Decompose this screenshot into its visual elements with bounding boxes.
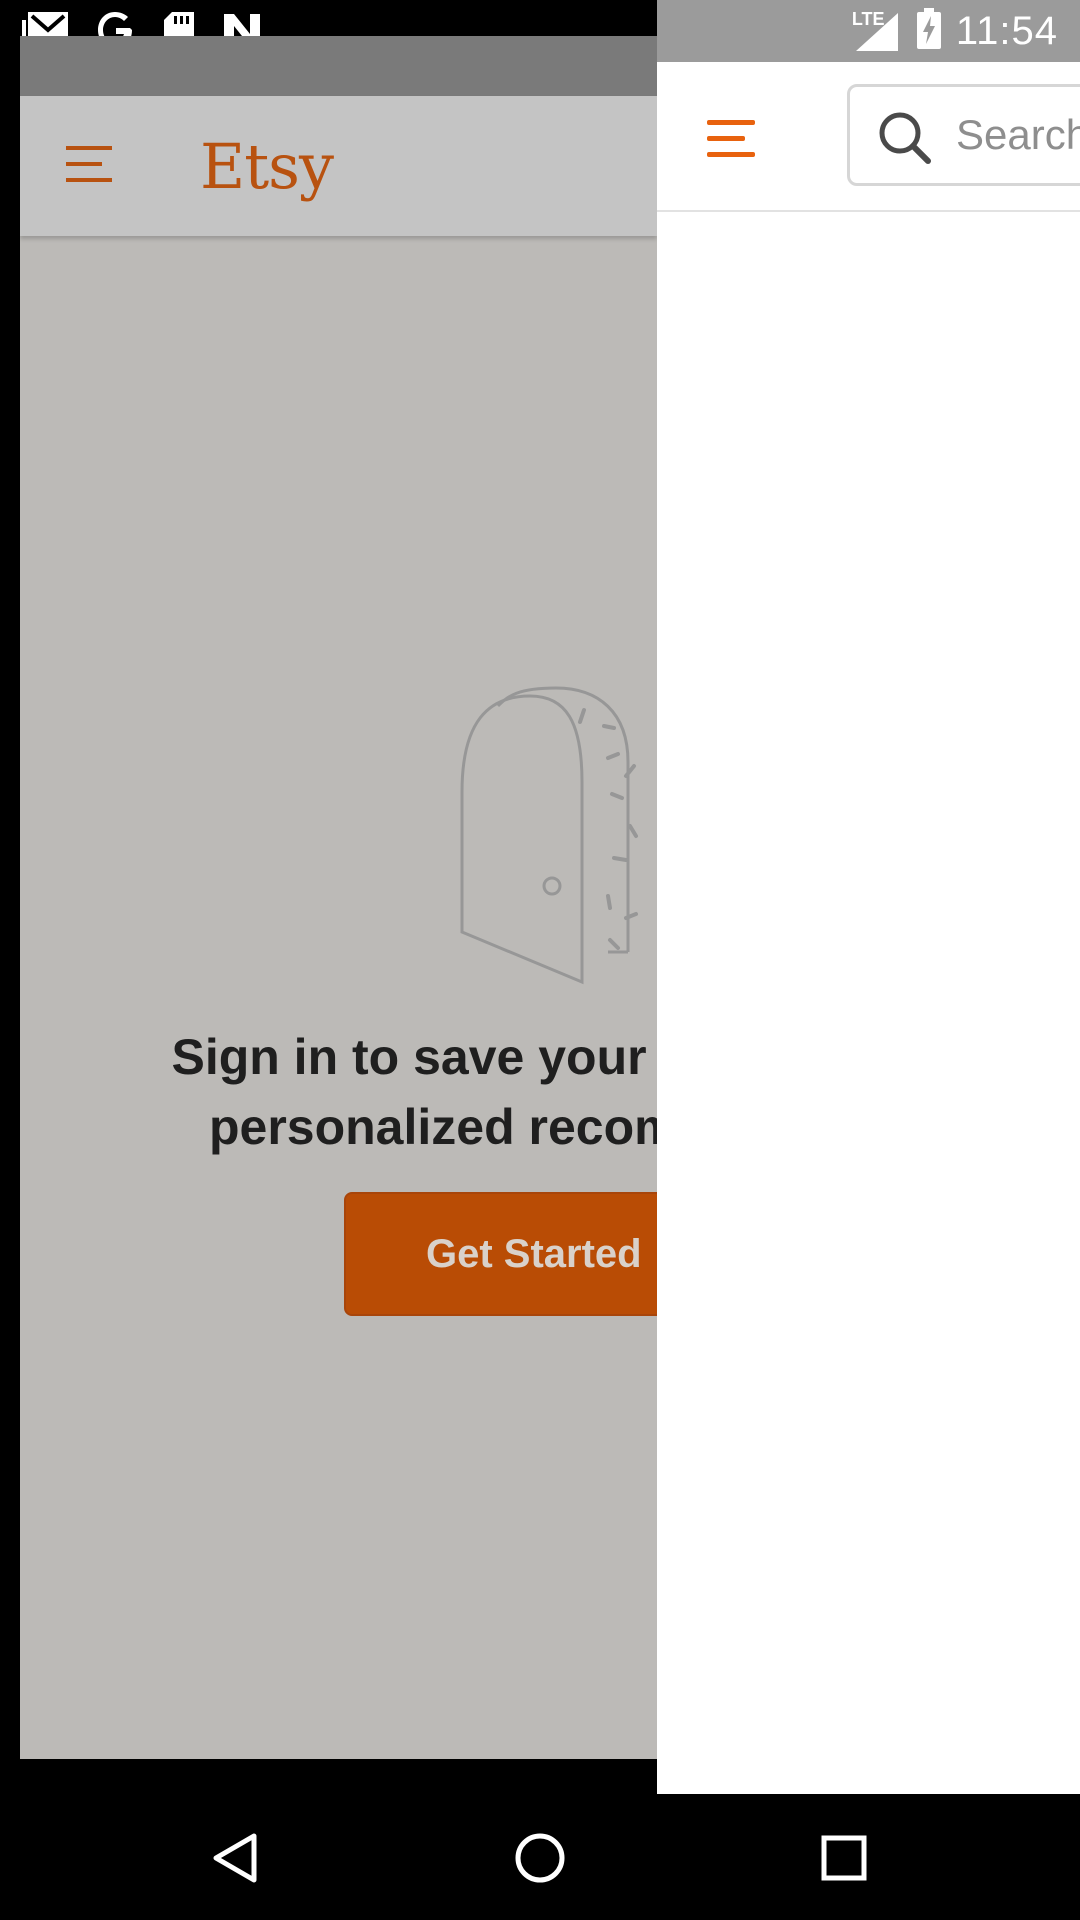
signin-prompt-text: Sign in to save your fave personalized r… (171, 1029, 657, 1155)
background-toolbar: Etsy (20, 96, 657, 236)
search-input[interactable]: Search (847, 84, 1080, 186)
clock: 11:54 (955, 8, 1058, 53)
hamburger-menu-icon (66, 144, 114, 184)
signal-icon: LTE (852, 9, 902, 53)
hamburger-menu-icon[interactable] (707, 118, 757, 160)
recents-icon[interactable] (814, 1828, 874, 1888)
home-icon[interactable] (510, 1828, 570, 1888)
system-navigation-bar (0, 1794, 1080, 1920)
drawer-header: Search (657, 62, 1080, 212)
get-started-button[interactable]: Get Started (344, 1192, 657, 1316)
search-placeholder: Search (956, 111, 1080, 158)
etsy-logo: Etsy (200, 130, 334, 203)
status-right-icons: LTE 11:54 (852, 6, 1058, 56)
background-status-strip (20, 36, 657, 96)
battery-charging-icon (916, 7, 942, 55)
search-icon (876, 109, 934, 172)
open-door-illustration (438, 682, 657, 997)
background-app: Etsy Sign in to save your fave personali… (20, 36, 657, 1759)
back-icon[interactable] (206, 1828, 266, 1888)
navigation-drawer: Search (657, 62, 1080, 1794)
